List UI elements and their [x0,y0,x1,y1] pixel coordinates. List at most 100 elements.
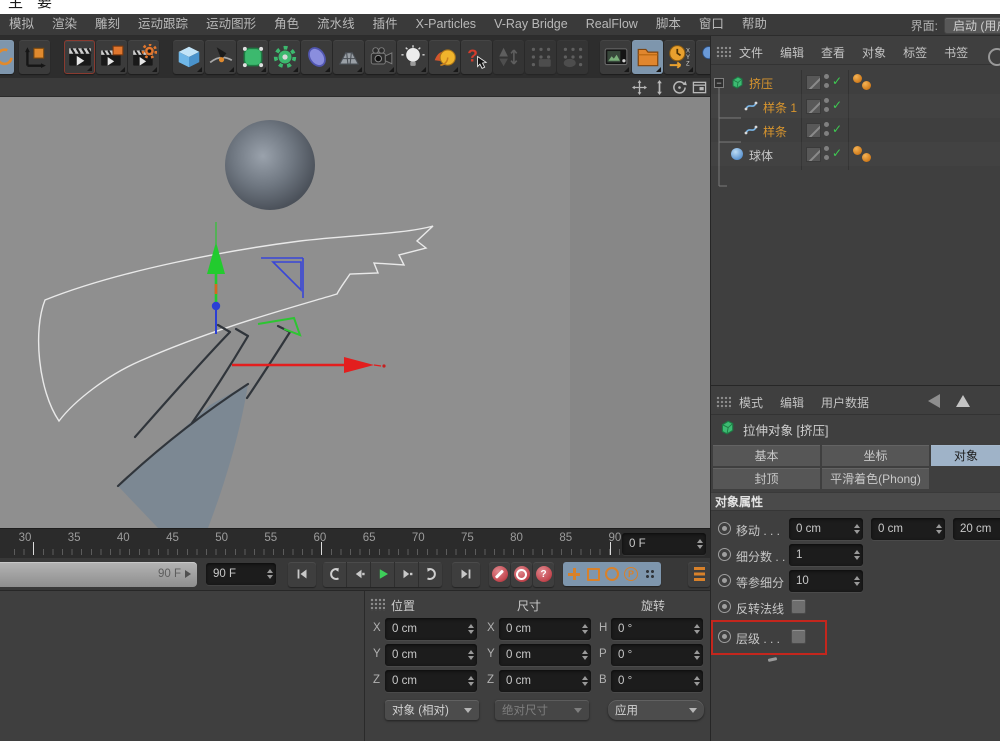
menu-item[interactable]: X-Particles [407,14,485,35]
menu-item[interactable]: 帮助 [733,14,776,35]
render-visibility-dot[interactable] [824,131,829,136]
play-reverse-button[interactable] [323,562,347,587]
menu-item[interactable]: RealFlow [577,14,647,35]
pos-x-field[interactable]: 0 cm [385,618,477,640]
layer-chip[interactable] [806,147,821,162]
tag-dot[interactable] [862,81,871,90]
menu-item[interactable]: V-Ray Bridge [485,14,577,35]
viewport[interactable] [0,78,710,528]
search-icon[interactable] [988,48,1000,66]
viewport-pan-button[interactable] [630,79,649,96]
menu-item[interactable]: 流水线 [308,14,364,35]
object-row-extrude[interactable]: − 挤压 ✓ [711,70,1000,94]
light-button[interactable] [397,40,428,74]
x-axis-gizmo[interactable] [232,357,386,373]
attribute-manager-menu-item[interactable]: 编辑 [780,394,804,411]
y-axis-gizmo[interactable] [207,222,225,334]
play-loop-button[interactable] [419,562,442,587]
iso-subdivision-field[interactable]: 10 [789,570,863,592]
help-button[interactable]: ? [461,40,492,74]
tag-dot[interactable] [853,74,862,83]
content-browser-button[interactable] [696,40,710,74]
object-manager-menu-item[interactable]: 对象 [862,44,886,61]
object-manager-menu-item[interactable]: 书签 [944,44,968,61]
key-scale-toggle[interactable] [584,564,602,584]
object-name[interactable]: 挤压 [749,75,773,92]
key-pla-toggle[interactable] [641,564,659,584]
field-button[interactable] [301,40,332,74]
menu-item[interactable]: 运动图形 [197,14,265,35]
menu-item[interactable]: 插件 [364,14,407,35]
panel-handle-icon[interactable] [716,396,731,409]
spline-pen-button[interactable] [205,40,236,74]
primitive-cube-button[interactable] [173,40,204,74]
undo-button[interactable] [0,40,14,74]
editor-visibility-dot[interactable] [824,122,829,127]
keyframe-circle[interactable] [718,548,731,561]
size-y-field[interactable]: 0 cm [499,644,591,666]
blue-flag-handle[interactable] [261,258,303,298]
snap-button[interactable] [493,40,524,74]
render-region-button[interactable] [96,40,127,74]
menu-item[interactable]: 模拟 [0,14,43,35]
keyframe-circle[interactable] [718,522,731,535]
object-row-spline1[interactable]: 样条 1 ✓ [711,94,1000,118]
goto-start-button[interactable] [288,562,316,587]
enabled-check[interactable]: ✓ [832,98,842,112]
previous-frame-button[interactable] [347,562,371,587]
interface-layout-select[interactable]: 启动 (用户 [944,17,1000,34]
object-row-spline[interactable]: 样条 ✓ [711,118,1000,142]
key-parameter-toggle[interactable]: P [622,564,640,584]
display-button[interactable] [600,40,631,74]
pos-z-field[interactable]: 0 cm [385,670,477,692]
floor-button[interactable] [333,40,364,74]
menu-item[interactable]: 脚本 [647,14,690,35]
quantize-a-button[interactable] [525,40,556,74]
size-x-field[interactable]: 0 cm [499,618,591,640]
menu-item[interactable]: 运动跟踪 [129,14,197,35]
viewport-maximize-button[interactable] [690,79,709,96]
pos-y-field[interactable]: 0 cm [385,644,477,666]
render-view-button[interactable] [64,40,95,74]
quantize-b-button[interactable] [557,40,588,74]
viewport-rotate-button[interactable] [670,79,689,96]
keyframe-circle[interactable] [718,600,731,613]
attribute-manager-menu-item[interactable]: 模式 [739,394,763,411]
record-options-button[interactable]: ? [533,562,554,587]
apply-button[interactable]: 应用 [608,700,704,720]
current-frame-spinner[interactable] [264,563,276,585]
coordinate-system-button[interactable] [19,40,50,74]
movement-z-field[interactable]: 20 cm [953,518,1000,540]
render-visibility-dot[interactable] [824,155,829,160]
end-frame-spinner[interactable] [694,533,706,555]
render-visibility-dot[interactable] [824,83,829,88]
coordinate-mode-dropdown[interactable]: 对象 (相对) [385,700,479,720]
object-name[interactable]: 样条 1 [763,99,797,116]
keyframe-circle[interactable] [718,574,731,587]
goto-end-button[interactable] [452,562,480,587]
panel-handle-icon[interactable] [370,598,385,611]
rot-p-field[interactable]: 0 ° [611,644,703,666]
current-frame-field[interactable]: 90 F [206,563,276,585]
editor-visibility-dot[interactable] [824,98,829,103]
parent-up-icon[interactable] [956,395,970,407]
sphere-object[interactable] [225,120,315,210]
layer-chip[interactable] [806,99,821,114]
layer-chip[interactable] [806,75,821,90]
next-frame-button[interactable] [395,562,419,587]
tab-basic[interactable]: 基本 [713,445,820,466]
extruded-surface[interactable] [118,384,248,528]
render-settings-button[interactable] [128,40,159,74]
key-rotation-toggle[interactable] [603,564,621,584]
play-button[interactable] [371,562,395,587]
timeline-ruler[interactable]: 30354045505560657075808590 0 F [0,528,710,558]
preview-range-slider[interactable]: 90 F [0,562,197,587]
history-back-icon[interactable] [928,394,940,408]
enabled-check[interactable]: ✓ [832,122,842,136]
attribute-manager-menu-item[interactable]: 用户数据 [821,394,869,411]
tag-dot[interactable] [862,153,871,162]
object-name[interactable]: 样条 [763,123,787,140]
object-name[interactable]: 球体 [749,147,773,164]
tag-dot[interactable] [853,146,862,155]
end-frame-field[interactable]: 0 F [622,533,706,555]
